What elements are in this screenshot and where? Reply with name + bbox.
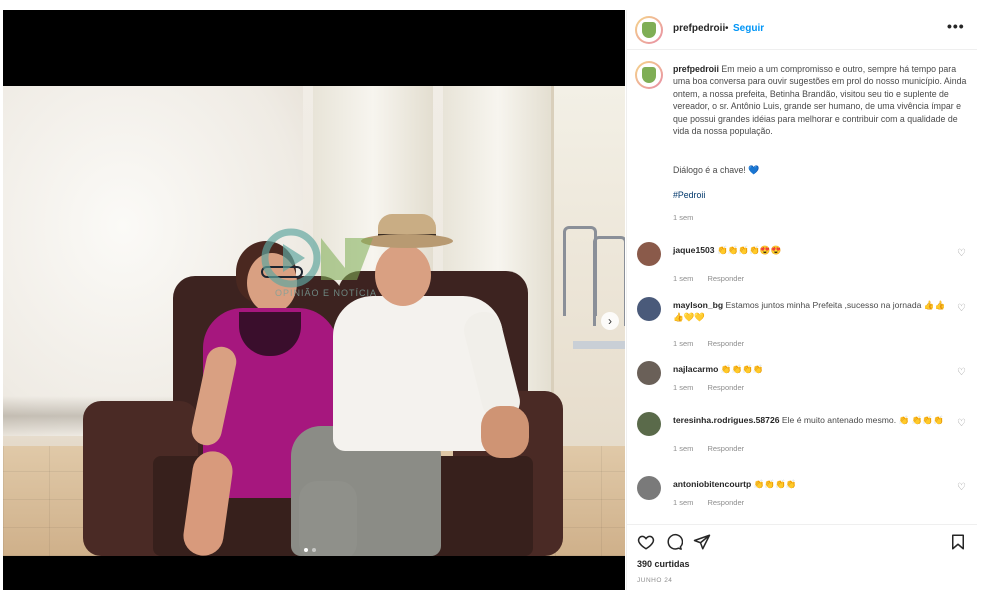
comment-avatar[interactable] xyxy=(637,412,661,436)
watermark-play-icon xyxy=(261,228,373,288)
post-sidebar: prefpedroii • Seguir ••• prefpedroii Em … xyxy=(626,10,977,590)
comment-bubble-icon[interactable] xyxy=(665,533,684,551)
instagram-post: OPINIÃO E NOTÍCIA › prefpedroii • Seguir… xyxy=(0,0,992,608)
comment-time: 1 sem xyxy=(673,444,694,453)
comment-text: jaque1503 👏👏👏👏😍😍 xyxy=(673,244,953,256)
header-separator: • xyxy=(725,23,729,34)
caption-avatar[interactable] xyxy=(635,61,663,89)
watermark-logo: OPINIÃO E NOTÍCIA xyxy=(261,228,391,318)
caption-username[interactable]: prefpedroii xyxy=(673,64,719,74)
comment-avatar[interactable] xyxy=(637,476,661,500)
like-comment-heart-icon[interactable]: ♡ xyxy=(957,482,966,493)
caption-body: Em meio a um compromisso e outro, sempre… xyxy=(673,64,967,137)
comment-text: antoniobitencourtp 👏👏👏👏 xyxy=(673,478,953,490)
comment-item: teresinha.rodrigues.58726 Ele é muito an… xyxy=(627,408,977,468)
comment-meta: 1 sem Responder xyxy=(673,274,744,283)
comment-username[interactable]: antoniobitencourtp xyxy=(673,479,751,489)
carousel-indicator xyxy=(304,548,316,552)
next-slide-button[interactable]: › xyxy=(601,312,619,330)
comment-item: jaque1503 👏👏👏👏😍😍 1 sem Responder ♡ xyxy=(627,238,977,298)
comment-text: teresinha.rodrigues.58726 Ele é muito an… xyxy=(673,414,953,426)
carousel-dot xyxy=(312,548,316,552)
caption-dialog-text: Diálogo é a chave! xyxy=(673,165,746,175)
comment-meta: 1 sem Responder xyxy=(673,444,744,453)
comment-username[interactable]: teresinha.rodrigues.58726 xyxy=(673,415,780,425)
comment-text: najlacarmo 👏👏👏👏 xyxy=(673,363,953,375)
profile-avatar[interactable] xyxy=(635,16,663,44)
caption-dialog-line: Diálogo é a chave! 💙 xyxy=(673,165,760,176)
comment-body: Ele é muito antenado mesmo. 👏 👏👏👏 xyxy=(781,415,944,425)
reply-button[interactable]: Responder xyxy=(707,498,744,507)
comment-avatar[interactable] xyxy=(637,297,661,321)
man-leg xyxy=(299,481,357,556)
reply-button[interactable]: Responder xyxy=(707,383,744,392)
caption-text: prefpedroii Em meio a um compromisso e o… xyxy=(673,63,969,137)
comment-username[interactable]: jaque1503 xyxy=(673,245,715,255)
comment-username[interactable]: najlacarmo xyxy=(673,364,718,374)
reply-button[interactable]: Responder xyxy=(707,274,744,283)
post-username[interactable]: prefpedroii xyxy=(673,23,725,34)
comment-body: 👏👏👏👏 xyxy=(753,479,797,489)
comment-time: 1 sem xyxy=(673,274,694,283)
comment-meta: 1 sem Responder xyxy=(673,339,744,348)
watermark-subtitle: OPINIÃO E NOTÍCIA xyxy=(274,288,377,298)
likes-count[interactable]: 390 curtidas xyxy=(637,559,690,569)
comment-item: maylson_bg Estamos juntos minha Prefeita… xyxy=(627,293,977,353)
comment-time: 1 sem xyxy=(673,383,694,392)
comment-time: 1 sem xyxy=(673,339,694,348)
like-comment-heart-icon[interactable]: ♡ xyxy=(957,367,966,378)
more-options-button[interactable]: ••• xyxy=(947,18,965,34)
like-comment-heart-icon[interactable]: ♡ xyxy=(957,418,966,429)
profile-logo-icon xyxy=(637,18,661,42)
comment-body: 👏👏👏👏 xyxy=(720,364,764,374)
comment-item: antoniobitencourtp 👏👏👏👏 1 sem Responder ♡ xyxy=(627,472,977,532)
like-comment-heart-icon[interactable]: ♡ xyxy=(957,303,966,314)
share-paper-plane-icon[interactable] xyxy=(693,533,711,551)
profile-logo-icon xyxy=(637,63,661,87)
like-comment-heart-icon[interactable]: ♡ xyxy=(957,248,966,259)
comment-avatar[interactable] xyxy=(637,242,661,266)
comment-avatar[interactable] xyxy=(637,361,661,385)
man-hand xyxy=(481,406,529,458)
comment-body: 👏👏👏👏😍😍 xyxy=(716,245,782,255)
like-heart-icon[interactable] xyxy=(637,533,655,551)
post-photo: OPINIÃO E NOTÍCIA xyxy=(3,86,625,556)
post-header: prefpedroii • Seguir ••• xyxy=(627,10,977,50)
comment-time: 1 sem xyxy=(673,498,694,507)
save-bookmark-icon[interactable] xyxy=(949,533,967,551)
post-media[interactable]: OPINIÃO E NOTÍCIA › xyxy=(3,10,625,590)
post-date: junho 24 xyxy=(637,577,673,584)
caption-time: 1 sem xyxy=(673,213,694,222)
post-actions xyxy=(627,524,977,554)
comment-username[interactable]: maylson_bg xyxy=(673,300,723,310)
carousel-dot-active xyxy=(304,548,308,552)
reply-button[interactable]: Responder xyxy=(707,444,744,453)
comment-meta: 1 sem Responder xyxy=(673,498,744,507)
blue-heart-icon: 💙 xyxy=(748,165,760,175)
comment-text: maylson_bg Estamos juntos minha Prefeita… xyxy=(673,299,953,323)
caption-hashtag[interactable]: #Pedroii xyxy=(673,190,705,200)
background-table xyxy=(573,341,625,349)
comment-meta: 1 sem Responder xyxy=(673,383,744,392)
follow-button[interactable]: Seguir xyxy=(733,23,764,34)
background-chair xyxy=(563,226,597,316)
reply-button[interactable]: Responder xyxy=(707,339,744,348)
